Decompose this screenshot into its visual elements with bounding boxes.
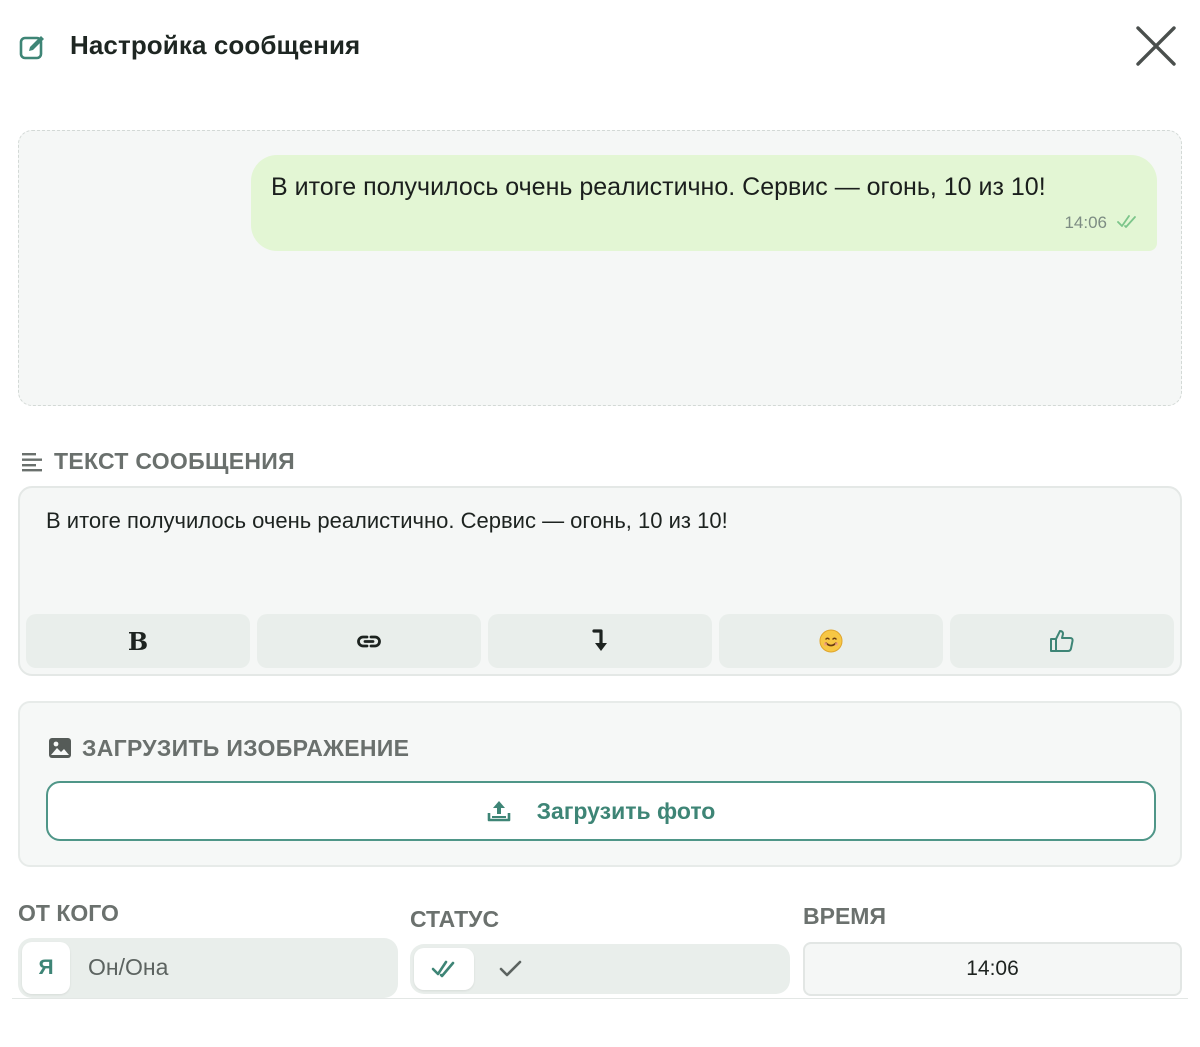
message-text-editor[interactable]: В итоге получилось очень реалистично. Се…: [18, 486, 1182, 676]
upload-image-label: ЗАГРУЗИТЬ ИЗОБРАЖЕНИЕ: [82, 735, 410, 761]
image-icon: [49, 738, 71, 758]
upload-photo-label: Загрузить фото: [536, 797, 716, 824]
bubble-text: В итоге получилось очень реалистично. Се…: [271, 173, 1046, 201]
sender-toggle: Я Он/Она: [18, 938, 398, 998]
formatting-toolbar: B: [26, 614, 1174, 668]
time-input[interactable]: [803, 942, 1182, 996]
close-icon[interactable]: [1134, 24, 1178, 68]
sender-other-option[interactable]: Он/Она: [88, 954, 168, 981]
link-icon: [357, 635, 381, 648]
sender-me-option[interactable]: Я: [22, 942, 70, 994]
thumbs-up-icon: [1050, 630, 1074, 652]
upload-icon: [487, 801, 510, 822]
emoji-icon: [819, 629, 843, 653]
emoji-button[interactable]: [719, 614, 943, 668]
upload-photo-button[interactable]: Загрузить фото: [46, 781, 1156, 841]
status-read-option[interactable]: [414, 948, 474, 990]
line-break-button[interactable]: [488, 614, 712, 668]
double-check-icon: [1117, 215, 1136, 228]
divider: [12, 998, 1188, 999]
dialog-title: Настройка сообщения: [70, 30, 361, 60]
status-label: СТАТУС: [410, 906, 500, 932]
bold-button[interactable]: B: [26, 614, 250, 668]
status-sent-option[interactable]: [496, 954, 526, 984]
status-toggle: [410, 944, 790, 994]
double-check-icon: [431, 960, 455, 978]
upload-image-section: ЗАГРУЗИТЬ ИЗОБРАЖЕНИЕ Загрузить фото: [18, 701, 1182, 867]
check-icon: [499, 960, 522, 977]
dialog-header: Настройка сообщения: [18, 24, 1182, 70]
reaction-button[interactable]: [950, 614, 1174, 668]
edit-icon: [19, 36, 44, 60]
line-break-icon: [592, 629, 607, 651]
message-preview: В итоге получилось очень реалистично. Се…: [18, 130, 1182, 406]
link-button[interactable]: [257, 614, 481, 668]
time-label: ВРЕМЯ: [803, 903, 886, 929]
bubble-time: 14:06: [1064, 213, 1107, 232]
text-lines-icon: [22, 453, 42, 472]
bold-icon: B: [127, 626, 149, 656]
message-text-content[interactable]: В итоге получилось очень реалистично. Се…: [46, 508, 728, 534]
from-label: ОТ КОГО: [18, 900, 119, 926]
message-bubble: В итоге получилось очень реалистично. Се…: [251, 155, 1157, 251]
message-text-label: ТЕКСТ СООБЩЕНИЯ: [54, 448, 295, 474]
